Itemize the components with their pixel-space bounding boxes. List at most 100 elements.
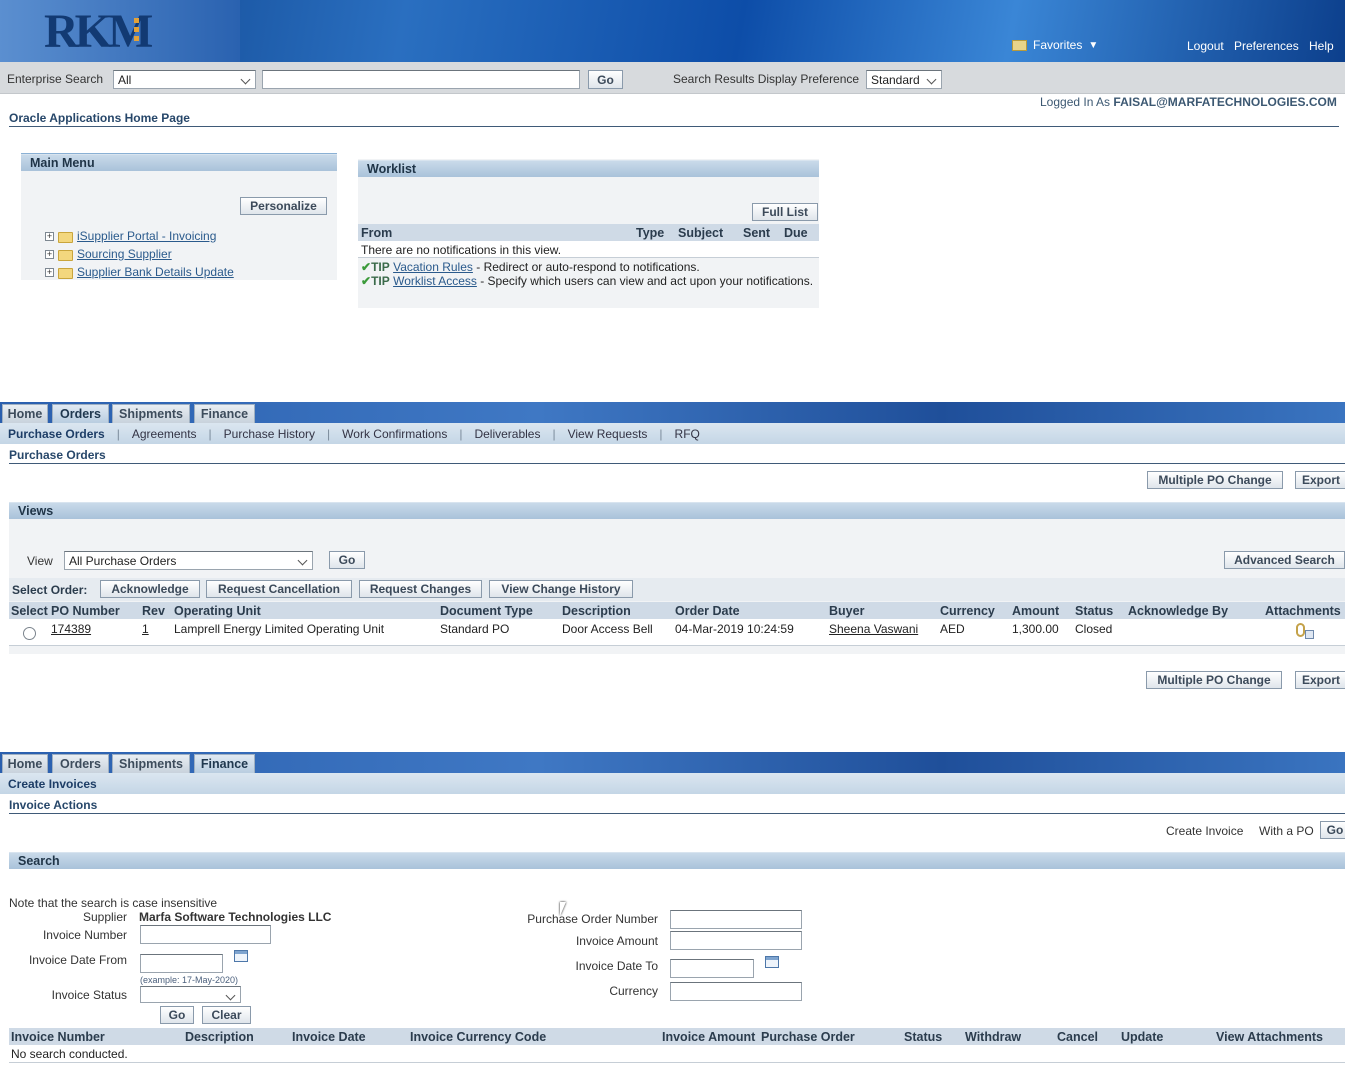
worklist-col-sent[interactable]: Sent: [743, 226, 770, 240]
search-go-button[interactable]: Go: [160, 1006, 194, 1024]
rev-link[interactable]: 1: [142, 622, 149, 636]
invoice-amount-input[interactable]: [670, 931, 802, 950]
multiple-po-change-button-bottom[interactable]: Multiple PO Change: [1146, 671, 1282, 689]
invoice-date-to-input[interactable]: [670, 959, 754, 978]
status-cell: Closed: [1075, 622, 1113, 636]
col-invoice-status[interactable]: Status: [904, 1030, 942, 1044]
request-changes-button[interactable]: Request Changes: [359, 580, 482, 598]
expand-icon[interactable]: +: [45, 231, 54, 241]
po-number-input[interactable]: [670, 910, 802, 929]
preferences-link[interactable]: Preferences: [1234, 39, 1299, 53]
chevron-down-icon: ▼: [1088, 39, 1099, 51]
invoice-status-label: Invoice Status: [51, 988, 127, 1002]
tab-orders[interactable]: Orders: [52, 754, 109, 773]
invoice-actions-title: Invoice Actions: [9, 798, 98, 812]
buyer-link[interactable]: Sheena Vaswani: [829, 622, 918, 636]
enterprise-search-go-button[interactable]: Go: [588, 70, 623, 89]
col-acknowledge-by[interactable]: Acknowledge By: [1128, 604, 1228, 618]
col-description[interactable]: Description: [562, 604, 631, 618]
menu-item-bank-details[interactable]: + Supplier Bank Details Update: [45, 265, 234, 279]
col-operating-unit[interactable]: Operating Unit: [174, 604, 261, 618]
worklist-col-subject[interactable]: Subject: [678, 226, 723, 240]
col-invoice-amount[interactable]: Invoice Amount: [662, 1030, 755, 1044]
worklist-col-due[interactable]: Due: [784, 226, 808, 240]
display-preference-select[interactable]: Standard: [866, 70, 942, 89]
tab-finance[interactable]: Finance: [194, 754, 255, 773]
tab-shipments[interactable]: Shipments: [112, 754, 190, 773]
enterprise-search-label: Enterprise Search: [7, 72, 104, 86]
orders-subnav: Purchase Orders | Agreements | Purchase …: [0, 423, 1345, 444]
attachment-icon[interactable]: [1296, 623, 1305, 637]
create-invoice-go-button[interactable]: Go: [1320, 821, 1345, 839]
menu-item-isupplier[interactable]: + iSupplier Portal - Invoicing: [45, 229, 216, 243]
search-clear-button[interactable]: Clear: [202, 1006, 251, 1024]
col-invoice-date[interactable]: Invoice Date: [292, 1030, 366, 1044]
menu-item-sourcing[interactable]: + Sourcing Supplier: [45, 247, 172, 261]
col-attachments: Attachments: [1265, 604, 1341, 618]
col-order-date[interactable]: Order Date: [675, 604, 740, 618]
calendar-icon[interactable]: [765, 956, 779, 968]
tab-orders[interactable]: Orders: [52, 404, 109, 423]
calendar-icon[interactable]: [234, 950, 248, 962]
po-number-label: Purchase Order Number: [527, 912, 658, 926]
tab-home[interactable]: Home: [2, 404, 48, 423]
currency-input[interactable]: [670, 982, 802, 1001]
tab-home[interactable]: Home: [2, 754, 48, 773]
col-currency[interactable]: Currency: [940, 604, 995, 618]
advanced-search-button[interactable]: Advanced Search: [1224, 551, 1345, 569]
with-po-option[interactable]: With a PO: [1259, 824, 1314, 838]
full-list-button[interactable]: Full List: [752, 203, 818, 221]
vacation-rules-link[interactable]: Vacation Rules: [393, 260, 473, 274]
col-buyer[interactable]: Buyer: [829, 604, 864, 618]
invoice-date-from-input[interactable]: [140, 954, 223, 973]
help-link[interactable]: Help: [1309, 39, 1334, 53]
logout-link[interactable]: Logout: [1187, 39, 1224, 53]
col-document-type[interactable]: Document Type: [440, 604, 533, 618]
tab-finance[interactable]: Finance: [194, 404, 255, 423]
col-select: Select: [11, 604, 48, 618]
expand-icon[interactable]: +: [45, 249, 54, 259]
col-status[interactable]: Status: [1075, 604, 1113, 618]
logged-in-status: Logged In As FAISAL@MARFATECHNOLOGIES.CO…: [1040, 95, 1337, 109]
worklist-col-type[interactable]: Type: [636, 226, 664, 240]
col-invoice-description[interactable]: Description: [185, 1030, 254, 1044]
export-button-bottom[interactable]: Export: [1295, 671, 1345, 689]
subnav-rfq[interactable]: RFQ: [675, 427, 700, 441]
worklist-access-link[interactable]: Worklist Access: [393, 274, 477, 288]
acknowledge-button[interactable]: Acknowledge: [100, 580, 200, 598]
operating-unit-cell: Lamprell Energy Limited Operating Unit: [174, 622, 385, 636]
invoice-status-select[interactable]: [140, 986, 241, 1003]
subnav-deliverables[interactable]: Deliverables: [474, 427, 540, 441]
favorites-menu[interactable]: Favorites ▼: [1012, 38, 1098, 52]
enterprise-search-input[interactable]: [262, 70, 580, 89]
col-rev[interactable]: Rev: [142, 604, 165, 618]
search-scope-select[interactable]: All: [113, 70, 256, 89]
divider: [9, 813, 1345, 814]
worklist-col-from[interactable]: From: [361, 226, 392, 240]
po-number-link[interactable]: 174389: [51, 622, 91, 636]
col-po-number[interactable]: PO Number: [51, 604, 120, 618]
tab-shipments[interactable]: Shipments: [112, 404, 190, 423]
col-amount[interactable]: Amount: [1012, 604, 1059, 618]
col-purchase-order[interactable]: Purchase Order: [761, 1030, 855, 1044]
export-button[interactable]: Export: [1295, 471, 1345, 489]
view-select[interactable]: All Purchase Orders: [64, 551, 313, 570]
subnav-work-confirmations[interactable]: Work Confirmations: [342, 427, 447, 441]
view-change-history-button[interactable]: View Change History: [489, 580, 633, 598]
request-cancellation-button[interactable]: Request Cancellation: [206, 580, 352, 598]
col-invoice-currency[interactable]: Invoice Currency Code: [410, 1030, 546, 1044]
divider: [9, 126, 1339, 127]
subnav-purchase-history[interactable]: Purchase History: [224, 427, 315, 441]
supplier-value: Marfa Software Technologies LLC: [139, 910, 332, 924]
personalize-button[interactable]: Personalize: [240, 197, 327, 215]
subnav-create-invoices[interactable]: Create Invoices: [8, 777, 97, 791]
view-go-button[interactable]: Go: [329, 551, 365, 569]
multiple-po-change-button[interactable]: Multiple PO Change: [1147, 471, 1283, 489]
invoice-number-input[interactable]: [140, 925, 271, 944]
row-select-radio[interactable]: [23, 627, 36, 640]
subnav-agreements[interactable]: Agreements: [132, 427, 197, 441]
expand-icon[interactable]: +: [45, 267, 54, 277]
col-invoice-number[interactable]: Invoice Number: [11, 1030, 105, 1044]
subnav-purchase-orders[interactable]: Purchase Orders: [8, 427, 105, 441]
subnav-view-requests[interactable]: View Requests: [568, 427, 648, 441]
